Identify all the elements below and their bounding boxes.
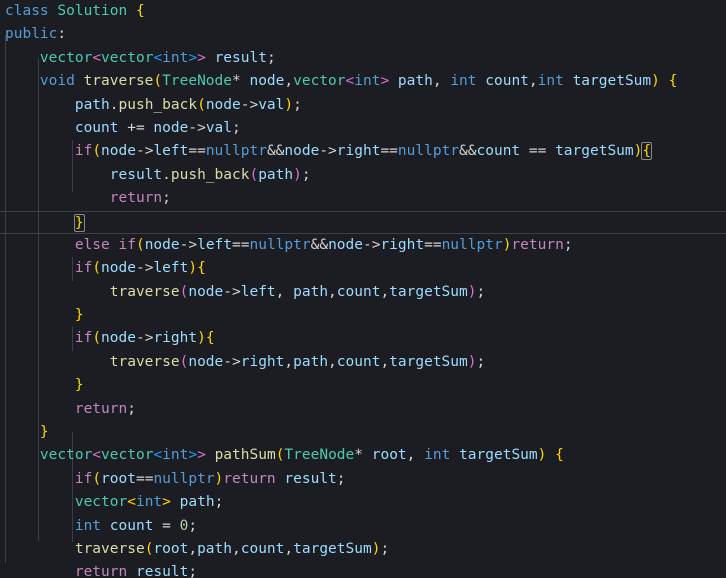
code-line[interactable]: vector<vector<int>> pathSum(TreeNode* ro… <box>0 444 726 467</box>
code-line[interactable]: } <box>0 374 726 397</box>
code-line[interactable]: traverse(node->right,path,count,targetSu… <box>0 351 726 374</box>
code-line[interactable]: result.push_back(path); <box>0 164 726 187</box>
token-type: vector <box>39 49 93 66</box>
bracket-match-close: } <box>73 213 85 232</box>
code-line[interactable]: void traverse(TreeNode* node,vector<int>… <box>0 70 726 93</box>
code-line[interactable]: if(node->right){ <box>0 327 726 350</box>
token-function: pathSum <box>214 447 276 464</box>
code-editor[interactable]: class Solution { public: vector<vector<i… <box>0 0 726 578</box>
code-line[interactable]: count += node->val; <box>0 117 726 140</box>
token-keyword: public <box>5 26 58 43</box>
token-type: Solution <box>57 3 128 19</box>
code-line[interactable]: if(node->left){ <box>0 257 726 280</box>
code-line[interactable]: int count = 0; <box>0 515 726 538</box>
code-line[interactable]: if(node->left==nullptr&&node->right==nul… <box>0 140 726 163</box>
code-line[interactable]: traverse(root,path,count,targetSum); <box>0 538 726 561</box>
token-function: traverse <box>83 73 154 90</box>
code-line[interactable]: return; <box>0 398 726 421</box>
code-line[interactable]: public: <box>0 23 726 46</box>
code-line[interactable]: class Solution { <box>0 0 726 23</box>
code-line[interactable]: return; <box>0 187 726 210</box>
code-line[interactable]: vector<vector<int>> result; <box>0 47 726 70</box>
code-line[interactable]: } <box>0 421 726 444</box>
code-line[interactable]: if(root==nullptr)return result; <box>0 468 726 491</box>
token-variable: result <box>214 49 267 66</box>
code-line[interactable]: } <box>0 304 726 327</box>
token-keyword: class <box>5 3 49 19</box>
token-control: if <box>74 143 93 160</box>
token-function: push_back <box>118 96 198 113</box>
code-line[interactable]: traverse(node->left, path,count,targetSu… <box>0 281 726 304</box>
code-line[interactable]: path.push_back(node->val); <box>0 94 726 117</box>
token-brace: { <box>135 3 145 19</box>
code-line[interactable]: vector<int> path; <box>0 491 726 514</box>
code-line-current[interactable]: } <box>0 210 726 234</box>
code-lines[interactable]: class Solution { public: vector<vector<i… <box>0 0 726 578</box>
code-line[interactable]: else if(node->left==nullptr&&node->right… <box>0 234 726 257</box>
code-line[interactable]: return result; <box>0 561 726 578</box>
bracket-match-open: { <box>641 142 653 161</box>
